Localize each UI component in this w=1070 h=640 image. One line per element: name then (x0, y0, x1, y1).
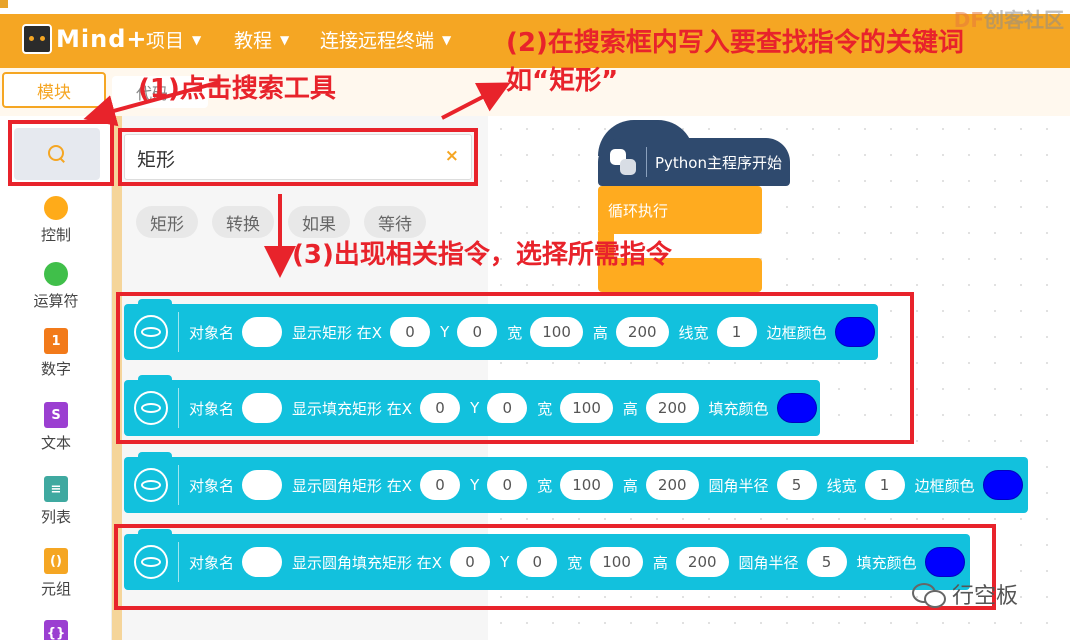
number-input[interactable]: 1 (864, 470, 905, 500)
category-number[interactable]: 1 数字 (0, 328, 112, 379)
number-input[interactable]: 200 (645, 470, 699, 500)
loop-block[interactable]: 循环执行 (598, 186, 762, 234)
keyword-chip[interactable]: 转换 (212, 206, 274, 238)
number-input[interactable]: 0 (487, 470, 528, 500)
highlight-rect-blocks (116, 292, 914, 444)
text-icon: S (44, 402, 68, 428)
title-strip (0, 0, 1070, 14)
block-separator (178, 465, 179, 505)
operators-dot-icon (44, 262, 68, 286)
tab-module[interactable]: 模块 (2, 72, 106, 108)
block-notch (138, 452, 172, 458)
category-label: 列表 (40, 508, 71, 526)
menu-label: 连接远程终端 (320, 30, 435, 52)
block-separator (646, 147, 647, 177)
color-picker[interactable] (982, 470, 1023, 500)
chevron-down-icon: ▼ (442, 32, 452, 47)
watermark-wechat: 行空板 (912, 578, 1018, 610)
python-start-label: Python主程序开始 (655, 153, 782, 172)
annotation-step2-example: 如“矩形” (506, 66, 619, 96)
chevron-down-icon: ▼ (192, 32, 202, 47)
object-name-input[interactable] (242, 470, 283, 500)
category-tuple[interactable]: () 元组 (0, 548, 112, 599)
category-label: 控制 (40, 226, 71, 244)
menu-project[interactable]: 项目 ▼ (146, 26, 201, 53)
wechat-icon (912, 581, 946, 608)
python-logo-icon (610, 149, 636, 175)
category-text[interactable]: S 文本 (0, 402, 112, 453)
annotation-step1: (1)点击搜索工具 (138, 74, 336, 104)
shape-block-icon (134, 468, 168, 502)
category-label: 运算符 (33, 292, 79, 310)
watermark-df: DF创客社区 (953, 8, 1064, 32)
block-label: Y (470, 476, 480, 494)
category-operators[interactable]: 运算符 (0, 262, 112, 311)
keyword-chip[interactable]: 矩形 (136, 206, 198, 238)
chevron-down-icon: ▼ (280, 32, 290, 47)
block-label: 高 (622, 476, 638, 495)
app-icon (0, 0, 8, 8)
number-input[interactable]: 100 (560, 470, 613, 500)
number-input[interactable]: 0 (420, 470, 461, 500)
loop-label: 循环执行 (608, 202, 669, 220)
highlight-search-tool (8, 120, 114, 186)
lock-icon: () (44, 548, 68, 574)
annotation-step3: (3)出现相关指令，选择所需指令 (292, 240, 672, 270)
block-label: 圆角半径 (708, 476, 769, 495)
logo-text: Mind+ (56, 25, 148, 53)
menu-label: 教程 (234, 30, 273, 52)
highlight-search-input (118, 128, 478, 186)
category-dict[interactable]: {} (0, 620, 112, 640)
control-dot-icon (44, 196, 68, 220)
block-label: 线宽 (826, 476, 857, 495)
category-label: 元组 (40, 580, 71, 598)
menu-remote-terminal[interactable]: 连接远程终端 ▼ (320, 26, 451, 53)
block-label: 显示圆角矩形 在X (292, 476, 413, 495)
category-label: 文本 (40, 434, 71, 452)
menu-tutorial[interactable]: 教程 ▼ (234, 26, 289, 53)
highlight-rounded-filled-block (114, 524, 996, 610)
block-label: 对象名 (189, 476, 235, 495)
category-control[interactable]: 控制 (0, 196, 112, 245)
block-label: 宽 (537, 476, 553, 495)
number-icon: 1 (44, 328, 68, 354)
annotation-step2: (2)在搜索框内写入要查找指令的关键词 (506, 28, 964, 58)
block-label: 边框颜色 (914, 476, 975, 495)
clipboard-icon: ≡ (44, 476, 68, 502)
app-logo[interactable]: Mind+ (22, 24, 147, 54)
menu-label: 项目 (146, 30, 185, 52)
category-list[interactable]: ≡ 列表 (0, 476, 112, 527)
watermark-text: 行空板 (952, 584, 1019, 609)
category-label: 数字 (40, 360, 71, 378)
python-start-block[interactable]: Python主程序开始 (598, 138, 790, 186)
robot-logo-icon (22, 24, 52, 54)
number-input[interactable]: 5 (776, 470, 817, 500)
block-draw-rounded-rect[interactable]: 对象名 显示圆角矩形 在X 0 Y 0 宽 100 高 200 圆角半径 5 线宽 1 边框颜色 (124, 452, 1028, 513)
dict-icon: {} (44, 620, 68, 640)
